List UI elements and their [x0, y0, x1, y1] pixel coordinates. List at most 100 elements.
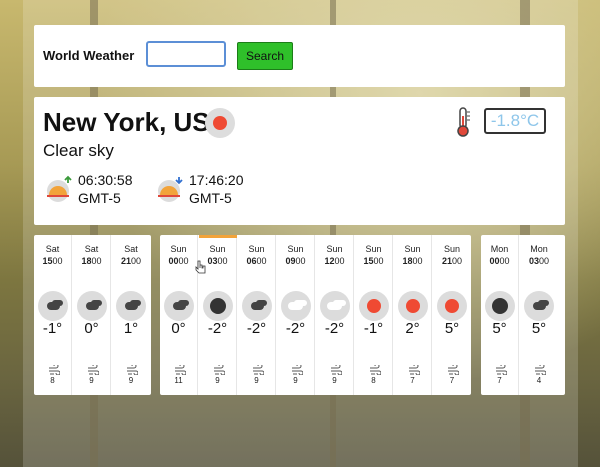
forecast-time: 1800	[394, 256, 431, 266]
forecast-hour: 15	[42, 256, 53, 266]
sun-icon	[437, 291, 467, 321]
cloud-icon	[164, 291, 194, 321]
weather-description: Clear sky	[43, 141, 114, 160]
forecast-time: 1500	[355, 256, 392, 266]
sun-icon	[205, 108, 235, 138]
sunrise-timezone: GMT-5	[78, 190, 121, 206]
cloudy-icon	[281, 291, 311, 321]
forecast-hour: 03	[528, 256, 539, 266]
forecast-wind: 9	[128, 376, 134, 385]
forecast-slot[interactable]: Sat 2100 1° 9	[112, 235, 150, 395]
search-card: World Weather Search	[34, 25, 565, 87]
forecast-minute: 00	[334, 256, 345, 266]
forecast-hour: 09	[285, 256, 296, 266]
forecast-temperature: -2°	[207, 320, 228, 337]
forecast-wind: 7	[497, 376, 502, 385]
forecast-day-label: Sun	[170, 244, 187, 254]
forecast-hour: 21	[120, 256, 131, 266]
forecast-hour: 06	[246, 256, 257, 266]
forecast-minute: 00	[373, 256, 384, 266]
forecast-wind: 7	[449, 376, 455, 385]
forecast-hour: 00	[489, 256, 500, 266]
current-temperature: -1.8°C	[484, 108, 546, 134]
moon-icon	[203, 291, 233, 321]
forecast-slot[interactable]: Mon 0000 5° 7	[481, 235, 519, 395]
cloud-icon	[116, 291, 146, 321]
forecast-day-label: Sun	[443, 244, 460, 254]
forecast-slot[interactable]: Sun 0300 -2° 9	[199, 235, 237, 395]
forecast-temperature: -2°	[285, 320, 306, 337]
current-weather-card: New York, US Clear sky -1.8°C 06:30:58 G…	[34, 97, 565, 225]
forecast-minute: 00	[131, 256, 142, 266]
forecast-temperature: -1°	[42, 320, 63, 337]
sunset-timezone: GMT-5	[189, 190, 232, 206]
forecast-minute: 00	[499, 256, 510, 266]
cloud-icon	[38, 291, 68, 321]
forecast-wind: 9	[89, 376, 94, 385]
forecast-minute: 00	[91, 256, 102, 266]
forecast-minute: 00	[52, 256, 63, 266]
forecast-hour: 18	[81, 256, 92, 266]
forecast-hour: 21	[441, 256, 452, 266]
thermometer-icon	[452, 106, 474, 143]
forecast-wind: 9	[332, 376, 337, 385]
forecast-day-label: Sun	[209, 244, 226, 254]
city-search-input[interactable]	[146, 41, 226, 67]
forecast-day-label: Mon	[530, 244, 548, 254]
search-button[interactable]: Search	[237, 42, 293, 70]
forecast-slot[interactable]: Sun 0600 -2° 9	[238, 235, 276, 395]
sunset-time: 17:46:20	[189, 172, 244, 188]
cloud-icon	[524, 291, 554, 321]
forecast-temperature: 1°	[123, 320, 139, 337]
forecast-minute: 00	[256, 256, 267, 266]
forecast-day-label: Sat	[45, 244, 60, 254]
forecast-slot[interactable]: Sat 1800 0° 9	[73, 235, 111, 395]
forecast-hour: 18	[402, 256, 413, 266]
sun-icon	[359, 291, 389, 321]
forecast-day-label: Sun	[248, 244, 265, 254]
forecast-slot[interactable]: Sun 0900 -2° 9	[277, 235, 315, 395]
forecast-wind: 8	[371, 376, 376, 385]
forecast-wind: 11	[174, 376, 183, 385]
forecast-slot[interactable]: Sat 1500 -1° 8	[34, 235, 72, 395]
forecast-minute: 00	[217, 256, 228, 266]
forecast-slot[interactable]: Sun 1800 2° 7	[394, 235, 432, 395]
forecast-slot[interactable]: Mon 0300 5° 4	[520, 235, 558, 395]
forecast-day-label: Sun	[365, 244, 382, 254]
city-title: New York, US	[43, 107, 210, 137]
forecast-slot[interactable]: Sun 2100 5° 7	[433, 235, 471, 395]
forecast-slot[interactable]: Sun 1500 -1° 8	[355, 235, 393, 395]
forecast-time: 0000	[160, 256, 197, 266]
forecast-wind: 9	[215, 376, 220, 385]
forecast-temperature: -2°	[324, 320, 345, 337]
forecast-time: 0900	[277, 256, 314, 266]
forecast-day-label: Sun	[326, 244, 343, 254]
forecast-time: 1200	[316, 256, 353, 266]
forecast-time: 0600	[238, 256, 275, 266]
forecast-day-label: Sat	[84, 244, 99, 254]
forecast-temperature: -1°	[363, 320, 384, 337]
forecast-wind: 7	[410, 376, 415, 385]
sunrise-icon	[44, 174, 74, 207]
forecast-temperature: 5°	[492, 320, 507, 337]
forecast-day-label: Sat	[124, 244, 138, 254]
sun-icon	[398, 291, 428, 321]
forecast-minute: 00	[295, 256, 306, 266]
sunrise-time: 06:30:58	[78, 172, 133, 188]
mouse-cursor-icon	[195, 260, 206, 274]
forecast-time: 2100	[433, 256, 471, 266]
forecast-slot[interactable]: Sun 0000 0° 11	[160, 235, 198, 395]
forecast-wind: 8	[50, 376, 55, 385]
forecast-slot[interactable]: Sun 1200 -2° 9	[316, 235, 354, 395]
forecast-hour: 00	[168, 256, 179, 266]
app-brand: World Weather	[43, 48, 135, 63]
forecast-time: 1800	[73, 256, 110, 266]
forecast-day-label: Sun	[287, 244, 304, 254]
forecast-time: 0300	[520, 256, 558, 266]
cloud-icon	[242, 291, 272, 321]
sunset-icon	[155, 174, 185, 207]
forecast-time: 2100	[112, 256, 150, 266]
forecast-time: 1500	[34, 256, 71, 266]
forecast-minute: 00	[178, 256, 189, 266]
active-slot-indicator	[199, 235, 237, 238]
